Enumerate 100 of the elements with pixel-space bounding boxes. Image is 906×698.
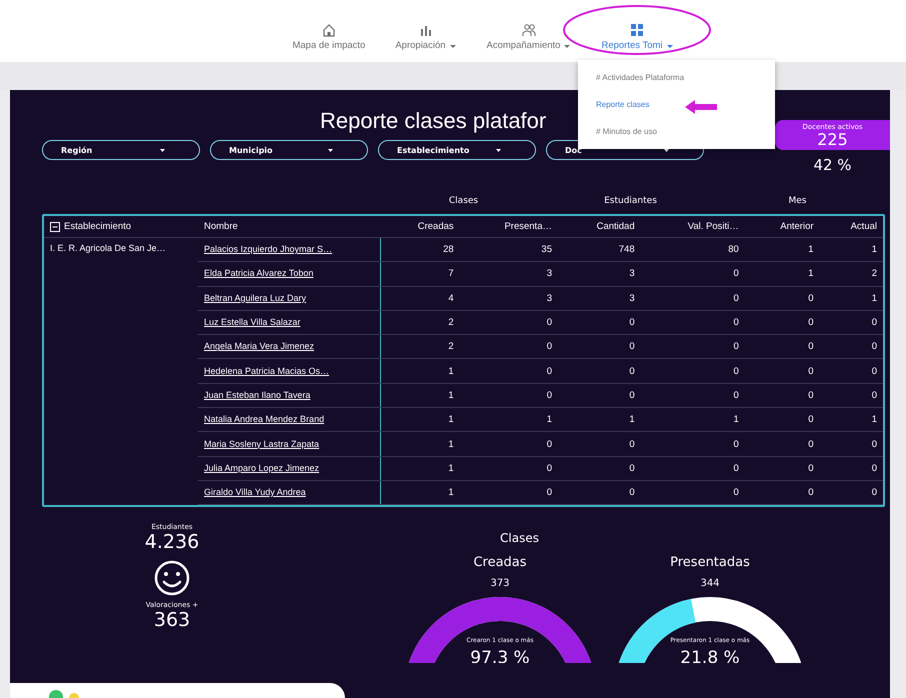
table-cell: 0 xyxy=(744,334,820,359)
table-cell: 0 xyxy=(640,286,745,310)
menu-item[interactable]: Reporte clases xyxy=(578,91,775,118)
column-header: Anterior xyxy=(744,216,820,238)
column-header: Establecimiento xyxy=(64,221,132,232)
table-cell: 0 xyxy=(558,383,641,408)
table-cell: 3 xyxy=(558,262,641,286)
caret-icon xyxy=(496,148,501,152)
table-cell: 2 xyxy=(380,334,460,359)
table-cell: 0 xyxy=(744,432,820,456)
table-cell: 0 xyxy=(460,358,558,384)
table-cell: 0 xyxy=(820,334,883,359)
table-cell: 1 xyxy=(820,286,883,310)
chart-title: Presentadas xyxy=(670,555,750,570)
table-cell: 0 xyxy=(640,383,745,408)
table-cell: 0 xyxy=(744,358,820,384)
report-title: Reporte clases platafor xyxy=(320,108,546,134)
filter-dropdown[interactable]: Municipio xyxy=(210,140,368,160)
table-cell: 80 xyxy=(640,238,745,262)
table-cell: 3 xyxy=(460,262,558,286)
table-cell: 4 xyxy=(380,286,460,310)
table-cell: 35 xyxy=(460,238,558,262)
home-icon xyxy=(322,23,336,37)
table-cell: 3 xyxy=(558,286,641,310)
table-cell: 0 xyxy=(820,456,883,480)
name-link[interactable]: Angela Maria Vera Jimenez xyxy=(204,341,314,352)
table-cell: 1 xyxy=(380,456,460,480)
collapse-icon[interactable] xyxy=(50,222,60,232)
filter-dropdown[interactable]: Región xyxy=(42,140,200,160)
table-cell: 0 xyxy=(820,480,883,505)
table-cell: 1 xyxy=(380,383,460,408)
table-cell: 2 xyxy=(380,310,460,335)
table-cell: 2 xyxy=(820,262,883,286)
column-header: Presenta… xyxy=(460,216,558,238)
table-cell: 0 xyxy=(744,310,820,335)
caret-icon xyxy=(328,148,333,152)
kpi-value: 225 xyxy=(817,130,848,148)
column-header: Creadas xyxy=(380,216,460,238)
table-cell: 1 xyxy=(820,408,883,432)
table-cell: 7 xyxy=(380,262,460,286)
name-link[interactable]: Elda Patricia Alvarez Tobon xyxy=(204,268,314,278)
table-cell: 0 xyxy=(640,358,745,384)
table-cell: 0 xyxy=(460,310,558,335)
name-link[interactable]: Hedelena Patricia Macias Os… xyxy=(204,366,330,376)
stat-value: 4.236 xyxy=(144,531,200,554)
arrow-drawing xyxy=(685,100,717,114)
table-cell: 0 xyxy=(460,456,558,480)
nav-item[interactable]: Acompañamiento xyxy=(478,23,580,62)
table-cell: 1 xyxy=(460,408,558,432)
chart-total: 373 xyxy=(490,578,510,590)
table-cell: 3 xyxy=(460,286,558,310)
people-icon xyxy=(522,23,536,37)
chart-percent: 21.8 % xyxy=(680,648,740,664)
table-cell: 0 xyxy=(558,480,641,505)
table-cell: 0 xyxy=(640,456,745,480)
table-cell: 1 xyxy=(558,408,641,432)
name-link[interactable]: Giraldo Villa Yudy Andrea xyxy=(204,487,306,498)
name-link[interactable]: Julia Amparo Lopez Jimenez xyxy=(204,462,320,473)
bar-chart-icon xyxy=(418,23,433,37)
name-link[interactable]: Palacios Izquierdo Jhoymar S… xyxy=(204,244,332,254)
menu-item[interactable]: # Actividades Plataforma xyxy=(578,64,775,91)
column-group-header: Mes xyxy=(788,196,808,208)
chart-total: 344 xyxy=(700,578,720,590)
filter-dropdown[interactable]: Establecimiento xyxy=(378,140,536,160)
table-cell: 0 xyxy=(640,310,745,335)
table-cell: 1 xyxy=(744,262,820,286)
column-header: Val. Positi… xyxy=(640,216,745,238)
name-link[interactable]: Maria Sosleny Lastra Zapata xyxy=(204,438,320,449)
table-cell: 0 xyxy=(744,383,820,408)
table-cell: 0 xyxy=(744,456,820,480)
table-cell: 0 xyxy=(558,432,641,456)
table-cell: 0 xyxy=(558,334,641,359)
table-cell: 0 xyxy=(640,432,745,456)
column-group-header: Estudiantes xyxy=(603,196,658,208)
table-cell: 0 xyxy=(820,383,883,408)
table-cell: 1 xyxy=(380,432,460,456)
table-cell: 0 xyxy=(460,383,558,408)
table-cell: 0 xyxy=(820,432,883,456)
name-link[interactable]: Beltran Aguilera Luz Dary xyxy=(204,292,306,303)
table-cell: 28 xyxy=(380,238,460,262)
table-cell: 0 xyxy=(744,408,820,432)
table-cell: 0 xyxy=(460,432,558,456)
table-cell: 0 xyxy=(820,310,883,335)
logo-icon xyxy=(48,687,82,698)
name-link[interactable]: Juan Esteban Ilano Tavera xyxy=(204,390,310,400)
table-cell: 0 xyxy=(640,480,745,505)
table-cell: 0 xyxy=(558,456,641,480)
table-cell: 0 xyxy=(744,480,820,505)
column-header: Nombre xyxy=(198,216,380,238)
name-link[interactable]: Luz Estella Villa Salazar xyxy=(204,317,300,328)
grid-icon xyxy=(630,23,644,37)
nav-item[interactable]: Mapa de impacto xyxy=(284,23,374,62)
table-cell: 1 xyxy=(380,408,460,432)
table-cell: 1 xyxy=(744,238,820,262)
table-cell: 0 xyxy=(640,334,745,359)
table-cell: 0 xyxy=(460,334,558,359)
nav-item[interactable]: Apropiación xyxy=(387,23,465,62)
table-cell: 748 xyxy=(558,238,641,262)
name-link[interactable]: Natalia Andrea Mendez Brand xyxy=(204,414,324,424)
column-group-header: Clases xyxy=(448,196,480,208)
